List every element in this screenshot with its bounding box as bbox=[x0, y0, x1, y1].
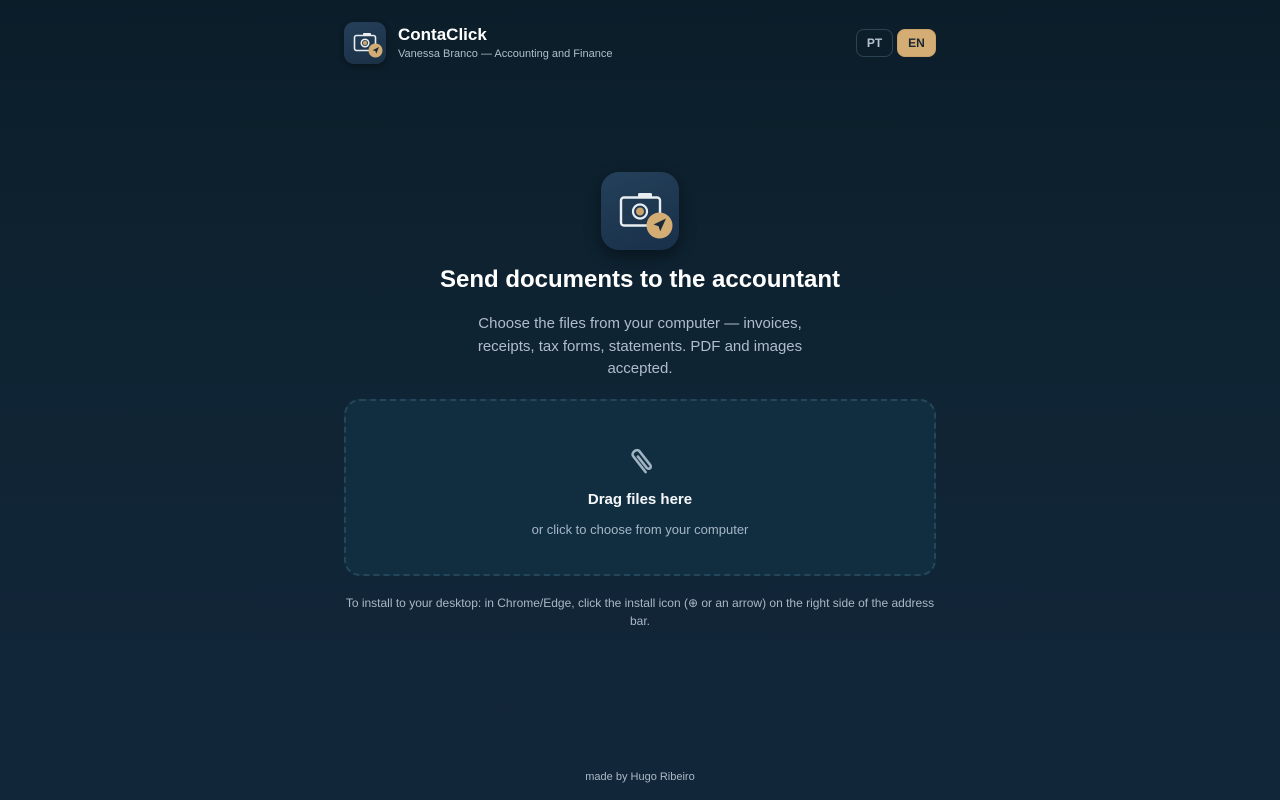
language-en-button[interactable]: EN bbox=[897, 29, 936, 57]
app-title: ContaClick bbox=[398, 25, 487, 44]
footer-credit: made by Hugo Ribeiro bbox=[585, 771, 695, 783]
language-pt-button[interactable]: PT bbox=[856, 29, 893, 57]
camera-send-icon bbox=[344, 22, 386, 64]
language-switcher: PT EN bbox=[856, 29, 936, 57]
paperclip-icon bbox=[622, 441, 662, 481]
dropzone-subtitle: or click to choose from your computer bbox=[531, 522, 749, 537]
install-instructions: To install to your desktop: in Chrome/Ed… bbox=[345, 596, 935, 628]
file-dropzone[interactable]: Drag files here or click to choose from … bbox=[344, 399, 936, 576]
page-description: Choose the files from your computer — in… bbox=[477, 315, 803, 377]
app-header: ContaClick Vanessa Branco — Accounting a… bbox=[344, 22, 936, 64]
app-subtitle: Vanessa Branco — Accounting and Finance bbox=[398, 48, 613, 60]
page-title: Send documents to the accountant bbox=[439, 266, 841, 293]
dropzone-title: Drag files here bbox=[587, 491, 693, 508]
camera-send-icon bbox=[601, 172, 679, 250]
